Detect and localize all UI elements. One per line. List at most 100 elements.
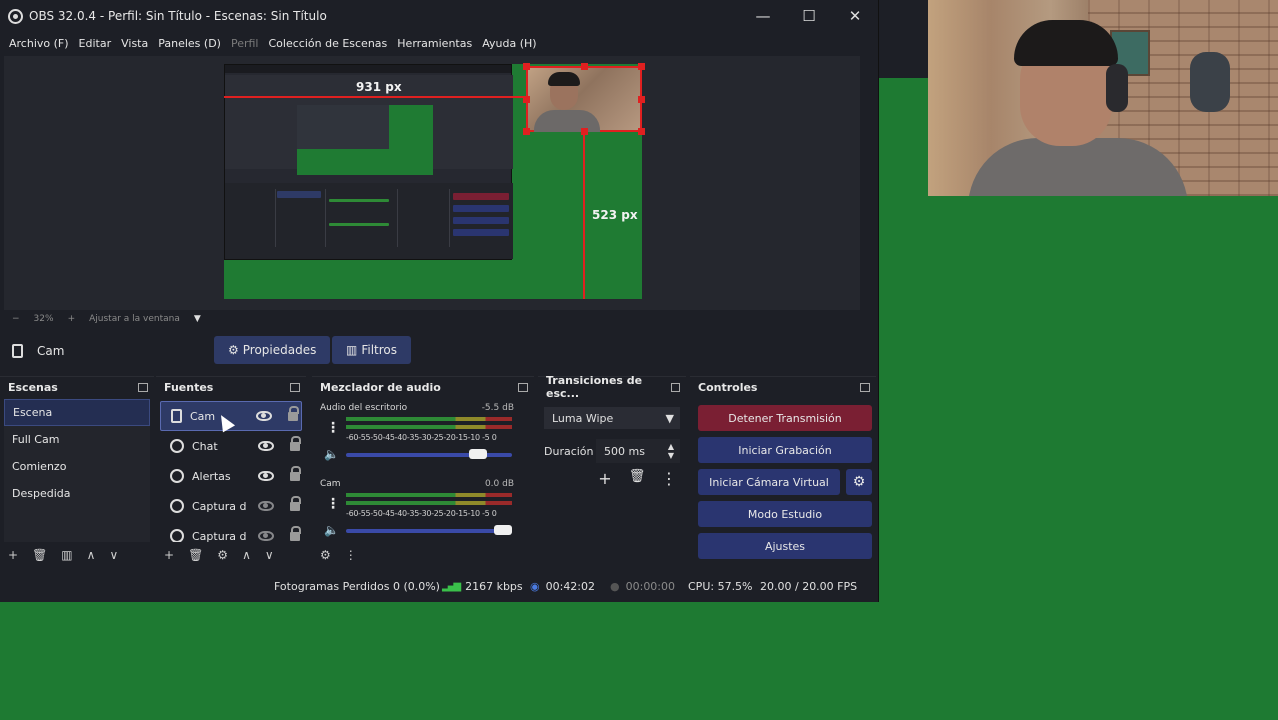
gear-icon: ⚙ (228, 343, 239, 357)
virtual-camera-settings-button[interactable]: ⚙ (846, 469, 872, 495)
headset-icon (1106, 64, 1128, 112)
scenes-title: Escenas (8, 380, 58, 394)
menu-item[interactable]: Colección de Escenas (264, 37, 393, 50)
undock-icon[interactable] (860, 382, 870, 392)
source-name: Captura d (192, 529, 247, 543)
settings-button[interactable]: Ajustes (698, 533, 872, 559)
lock-icon[interactable] (290, 525, 301, 541)
menu-item[interactable]: Vista (116, 37, 153, 50)
mixer-footer: ⚙ ⋮ (312, 542, 534, 568)
eye-icon[interactable] (256, 411, 272, 421)
zoom-in-button[interactable]: + (68, 314, 76, 324)
resize-handle[interactable] (523, 96, 530, 103)
resize-handle[interactable] (638, 96, 645, 103)
undock-icon[interactable] (670, 382, 680, 392)
track-menu-button[interactable]: ⋮ (326, 421, 340, 435)
add-transition-button[interactable]: + (596, 469, 614, 488)
track-menu-button[interactable]: ⋮ (326, 497, 340, 511)
move-up-button[interactable]: ∧ (242, 548, 251, 562)
remove-transition-button[interactable]: 🗑 (628, 469, 646, 488)
resize-handle[interactable] (638, 63, 645, 70)
eye-off-icon[interactable] (258, 531, 274, 541)
volume-slider[interactable] (346, 453, 512, 457)
undock-icon[interactable] (518, 382, 528, 392)
scene-filters-button[interactable]: ▥ (61, 548, 72, 562)
menu-item[interactable]: Perfil (226, 37, 264, 50)
cam-source-selection[interactable] (526, 66, 642, 132)
properties-button[interactable]: ⚙ Propiedades (214, 336, 331, 364)
menu-item[interactable]: Ayuda (H) (477, 37, 541, 50)
source-item[interactable]: Captura d (160, 521, 302, 542)
move-down-button[interactable]: ∨ (109, 548, 118, 562)
audio-meter (346, 417, 512, 421)
mixer-title: Mezclador de audio (320, 380, 441, 394)
status-bar: Fotogramas Perdidos 0 (0.0%) ▂▄▆ 2167 kb… (0, 574, 879, 600)
scene-item[interactable]: Escena (4, 399, 150, 426)
zoom-out-button[interactable]: − (12, 314, 20, 324)
add-scene-button[interactable]: + (8, 548, 18, 562)
add-source-button[interactable]: + (164, 548, 174, 562)
lock-icon[interactable] (288, 405, 299, 421)
transition-menu-button[interactable]: ⋮ (660, 469, 678, 488)
start-recording-button[interactable]: Iniciar Grabación (698, 437, 872, 463)
scene-item[interactable]: Full Cam (4, 426, 150, 453)
speaker-icon[interactable]: 🔈 (324, 523, 339, 537)
webcam-overlay (928, 0, 1278, 196)
source-properties-button[interactable]: ⚙ (217, 548, 228, 562)
resize-handle[interactable] (638, 128, 645, 135)
scene-item[interactable]: Comienzo (4, 453, 150, 480)
eye-off-icon[interactable] (258, 501, 274, 511)
fps-indicator: 20.00 / 20.00 FPS (760, 580, 858, 593)
remove-scene-button[interactable]: 🗑 (32, 548, 47, 562)
move-down-button[interactable]: ∨ (265, 548, 274, 562)
horizontal-measure: 931 px (356, 80, 402, 94)
volume-knob[interactable] (469, 449, 488, 459)
scene-item[interactable]: Despedida (4, 480, 150, 507)
source-name: Captura d (192, 499, 247, 513)
spinner-icon[interactable]: ▲ ▼ (668, 442, 674, 460)
undock-icon[interactable] (138, 382, 148, 392)
close-button[interactable]: ✕ (832, 0, 878, 32)
virtual-camera-button[interactable]: Iniciar Cámara Virtual (698, 469, 840, 495)
fit-window-label[interactable]: Ajustar a la ventana (89, 314, 180, 324)
resize-handle[interactable] (523, 63, 530, 70)
track-name: Cam (320, 479, 341, 489)
maximize-button[interactable]: ☐ (786, 0, 832, 32)
title-bar[interactable]: OBS 32.0.4 - Perfil: Sin Título - Escena… (0, 0, 878, 32)
undock-icon[interactable] (290, 382, 300, 392)
preview-area[interactable]: 931 px 523 px (4, 56, 860, 310)
move-up-button[interactable]: ∧ (87, 548, 96, 562)
resize-handle[interactable] (581, 63, 588, 70)
lock-icon[interactable] (290, 495, 301, 511)
mixer-menu-button[interactable]: ⋮ (345, 548, 357, 562)
speaker-icon[interactable]: 🔈 (324, 447, 339, 461)
source-item[interactable]: Alertas (160, 461, 302, 491)
volume-knob[interactable] (494, 525, 512, 535)
remove-source-button[interactable]: 🗑 (188, 548, 203, 562)
preview-canvas[interactable]: 931 px 523 px (224, 63, 645, 299)
resize-handle[interactable] (523, 128, 530, 135)
eye-icon[interactable] (258, 471, 274, 481)
lock-icon[interactable] (290, 465, 301, 481)
menu-item[interactable]: Archivo (F) (4, 37, 74, 50)
transition-select[interactable]: Luma Wipe ▼ (544, 407, 680, 429)
mixer-settings-button[interactable]: ⚙ (320, 548, 331, 562)
resize-handle[interactable] (581, 128, 588, 135)
studio-mode-button[interactable]: Modo Estudio (698, 501, 872, 527)
chevron-down-icon[interactable]: ▼ (194, 314, 201, 324)
source-item[interactable]: Chat (160, 431, 302, 461)
stop-streaming-button[interactable]: Detener Transmisión (698, 405, 872, 431)
menu-item[interactable]: Paneles (D) (153, 37, 226, 50)
duration-input[interactable]: 500 ms ▲ ▼ (596, 439, 680, 463)
broadcast-icon: ◉ (530, 580, 540, 593)
eye-icon[interactable] (258, 441, 274, 451)
menu-item[interactable]: Herramientas (392, 37, 477, 50)
globe-icon (170, 469, 184, 483)
lock-icon[interactable] (290, 435, 301, 451)
source-item[interactable]: Captura d (160, 491, 302, 521)
volume-slider[interactable] (346, 529, 512, 533)
menu-item[interactable]: Editar (74, 37, 117, 50)
track-db: 0.0 dB (484, 479, 514, 489)
filters-button[interactable]: ▥ Filtros (332, 336, 412, 364)
minimize-button[interactable]: — (740, 0, 786, 32)
